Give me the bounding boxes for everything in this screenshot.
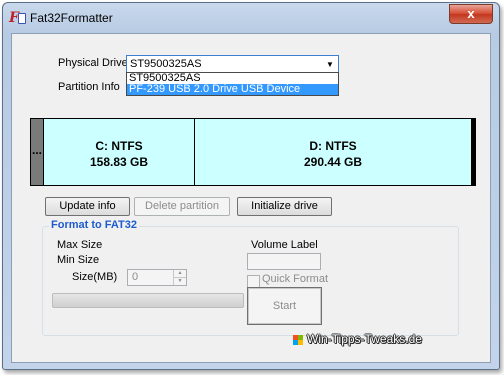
partition-info-label: Partition Info <box>58 81 120 93</box>
physical-drive-dropdown-list: ST9500325AS PF-239 USB 2.0 Drive USB Dev… <box>126 72 339 96</box>
partition-name: D: NTFS <box>309 139 357 153</box>
physical-drive-value: ST9500325AS <box>130 58 202 70</box>
update-info-button[interactable]: Update info <box>45 197 130 216</box>
quick-format-label: Quick Format <box>262 273 329 285</box>
size-mb-label: Size(MB) <box>72 271 118 283</box>
partition-size: 290.44 GB <box>303 155 363 169</box>
drive-option[interactable]: PF-239 USB 2.0 Drive USB Device <box>127 84 338 95</box>
size-value: 0 <box>132 271 139 283</box>
start-button[interactable]: Start <box>247 287 322 325</box>
client-area: Physical Drive ST9500325AS ▼ ST9500325AS… <box>11 33 491 363</box>
format-fat32-group: Format to FAT32 Max Size Min Size Size(M… <box>42 219 459 336</box>
stepper-down-icon[interactable]: ▼ <box>173 278 186 285</box>
size-stepper[interactable]: 0 ▲ ▼ <box>127 269 187 286</box>
app-logo-icon: F <box>9 10 26 26</box>
max-size-label: Max Size <box>57 239 103 251</box>
partition-c[interactable]: C: NTFS 158.83 GB <box>43 119 194 185</box>
initialize-drive-button[interactable]: Initialize drive <box>237 197 332 216</box>
volume-label-title: Volume Label <box>251 239 318 251</box>
partition-name: C: NTFS <box>95 139 143 153</box>
format-group-title: Format to FAT32 <box>49 219 139 231</box>
format-progress-bar <box>52 293 244 308</box>
watermark-text: Win-Tipps-Tweaks.de <box>307 332 422 346</box>
delete-partition-button[interactable]: Delete partition <box>134 197 230 216</box>
window-title: Fat32Formatter <box>30 11 113 25</box>
physical-drive-label: Physical Drive <box>58 57 128 69</box>
app-window: F Fat32Formatter x Physical Drive ST9500… <box>2 2 500 370</box>
partition-map: ... C: NTFS 158.83 GB D: NTFS 290.44 GB <box>30 118 476 186</box>
chevron-down-icon[interactable]: ▼ <box>322 56 338 73</box>
close-button[interactable]: x <box>449 4 493 24</box>
windows-logo-icon <box>293 335 303 345</box>
partition-d[interactable]: D: NTFS 290.44 GB <box>194 119 472 185</box>
min-size-label: Min Size <box>57 254 100 266</box>
partition-size: 158.83 GB <box>89 155 149 169</box>
partition-end-marker <box>472 119 475 185</box>
stepper-up-icon[interactable]: ▲ <box>173 270 186 278</box>
title-bar[interactable]: F Fat32Formatter x <box>3 3 499 33</box>
volume-label-input[interactable] <box>247 253 321 270</box>
unallocated-partition[interactable]: ... <box>31 119 43 185</box>
